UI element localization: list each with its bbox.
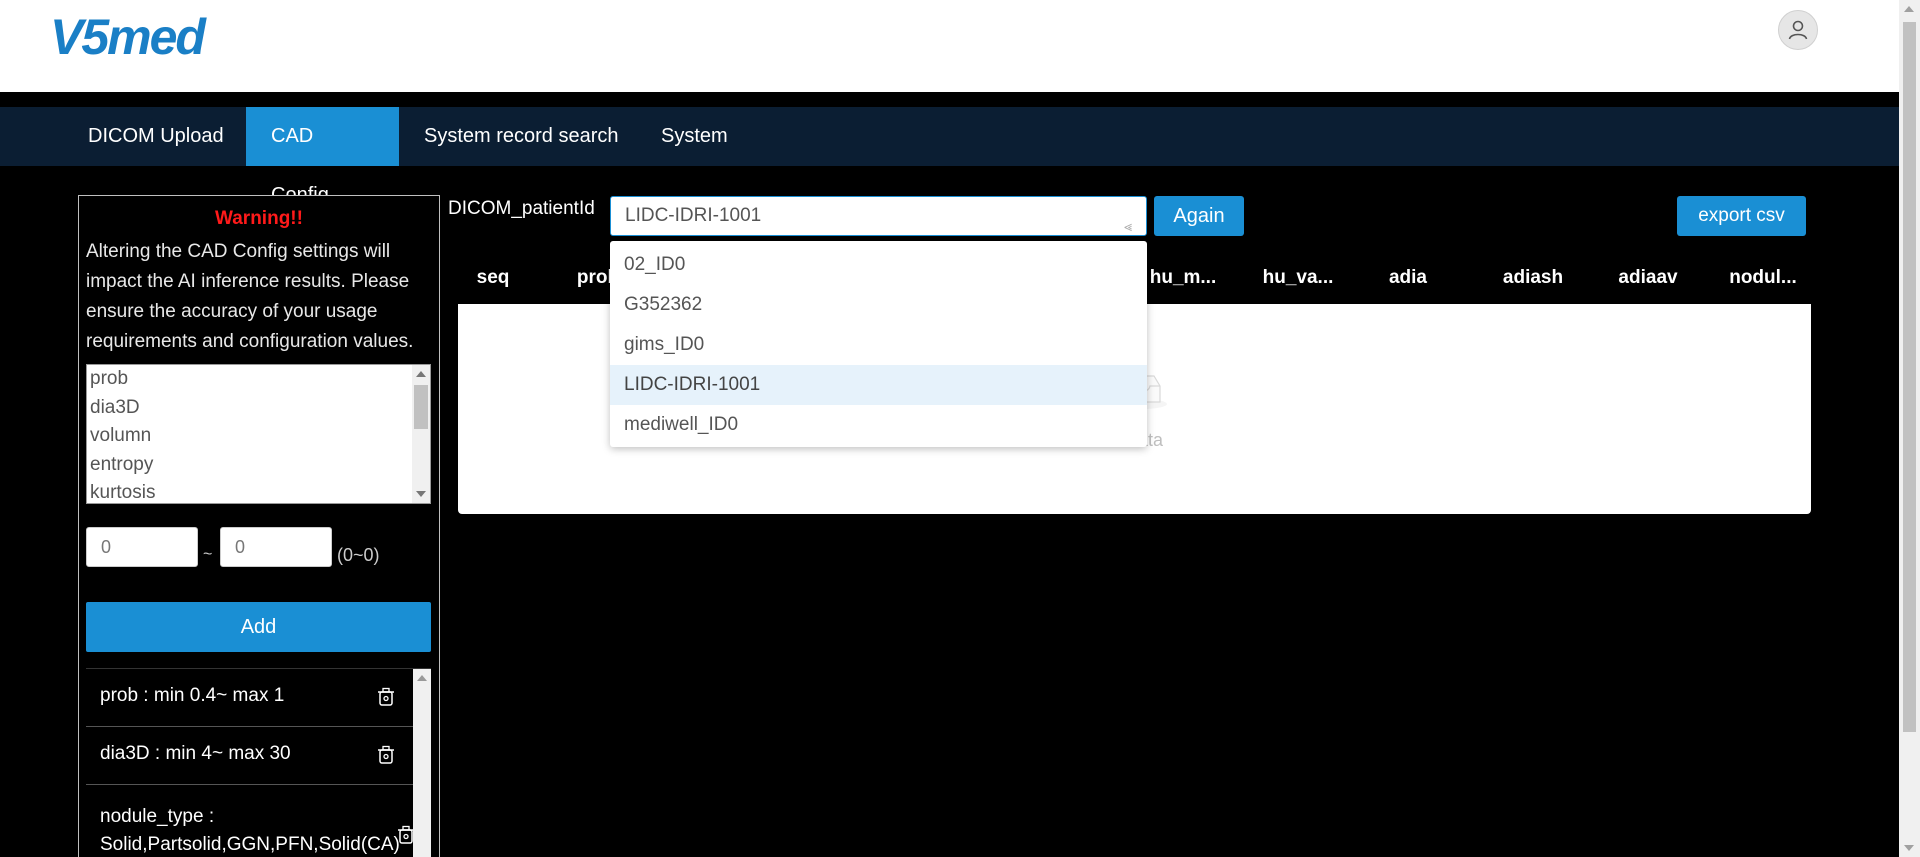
column-header[interactable]: hu_va...: [1248, 252, 1348, 304]
dropdown-option[interactable]: gims_ID0: [610, 325, 1147, 365]
rules-scrollbar[interactable]: [413, 669, 431, 857]
list-item[interactable]: volumn: [87, 422, 430, 451]
column-header[interactable]: adia: [1368, 252, 1448, 304]
warning-title: Warning!!: [215, 208, 303, 229]
svg-text:V5med: V5med: [50, 9, 207, 65]
rule-text: Solid,Partsolid,GGN,PFN,Solid(CA): [100, 834, 400, 855]
rule-text: prob : min 0.4~ max 1: [100, 685, 285, 706]
again-button[interactable]: Again: [1154, 196, 1244, 236]
app-header: V5med: [0, 0, 1899, 92]
range-hint: (0~0): [337, 545, 380, 565]
main-nav: DICOM Upload CAD Config System record se…: [0, 107, 1899, 206]
dropdown-option[interactable]: 02_ID0: [610, 245, 1147, 285]
page-scrollbar[interactable]: [1899, 0, 1920, 857]
add-button[interactable]: Add: [86, 602, 431, 652]
tab-system[interactable]: System: [636, 107, 753, 166]
list-item[interactable]: dia3D: [87, 394, 430, 423]
v5med-logo[interactable]: V5med: [50, 6, 240, 66]
scroll-up-icon[interactable]: [1904, 6, 1914, 12]
range-max-input[interactable]: 0: [220, 527, 332, 567]
rule-text: nodule_type :: [100, 806, 215, 827]
scroll-up-icon[interactable]: [416, 371, 426, 377]
column-header[interactable]: hu_m...: [1138, 252, 1228, 304]
list-item: prob : min 0.4~ max 1: [86, 669, 413, 727]
range-separator: ~: [203, 546, 213, 563]
cad-config-panel: Warning!! Altering the CAD Config settin…: [78, 195, 440, 857]
column-header[interactable]: seq: [458, 252, 528, 304]
tab-dicom-upload[interactable]: DICOM Upload: [63, 107, 249, 166]
warning-text: Altering the CAD Config settings will im…: [86, 241, 414, 352]
chevron-down-icon[interactable]: ⪡: [1124, 207, 1132, 245]
tab-cad-config[interactable]: CAD Config: [246, 107, 399, 206]
field-listbox[interactable]: prob dia3D volumn entropy kurtosis: [86, 364, 431, 504]
patient-id-label: DICOM_patientId: [448, 198, 595, 219]
dropdown-option[interactable]: mediwell_ID0: [610, 405, 1147, 445]
trash-icon[interactable]: [377, 687, 395, 707]
trash-icon[interactable]: [377, 745, 395, 765]
patient-id-value: LIDC-IDRI-1001: [625, 205, 762, 226]
user-avatar-icon[interactable]: [1778, 10, 1818, 50]
list-item: dia3D : min 4~ max 30: [86, 727, 413, 785]
tab-system-record-search[interactable]: System record search: [399, 107, 644, 166]
list-item: nodule_type : Solid,Partsolid,GGN,PFN,So…: [86, 785, 414, 857]
patient-id-dropdown: 02_ID0 G352362 gims_ID0 LIDC-IDRI-1001 m…: [610, 241, 1147, 447]
scroll-down-icon[interactable]: [416, 491, 426, 497]
dropdown-option-selected[interactable]: LIDC-IDRI-1001: [610, 365, 1147, 405]
list-item[interactable]: kurtosis: [87, 479, 430, 503]
scroll-up-icon[interactable]: [417, 675, 427, 681]
dropdown-option[interactable]: G352362: [610, 285, 1147, 325]
listbox-scrollbar[interactable]: [412, 365, 430, 503]
range-min-input[interactable]: 0: [86, 527, 198, 567]
patient-id-select[interactable]: LIDC-IDRI-1001 ⪡: [610, 196, 1147, 236]
export-csv-button[interactable]: export csv: [1677, 196, 1806, 236]
rules-list: prob : min 0.4~ max 1 dia3D : min 4~ max…: [86, 668, 431, 857]
rule-text: dia3D : min 4~ max 30: [100, 743, 291, 764]
list-item[interactable]: prob: [87, 365, 430, 394]
scroll-down-icon[interactable]: [1904, 845, 1914, 851]
column-header[interactable]: adiash: [1483, 252, 1583, 304]
column-header[interactable]: nodul...: [1713, 252, 1813, 304]
list-item[interactable]: entropy: [87, 451, 430, 480]
column-header[interactable]: adiaav: [1598, 252, 1698, 304]
scrollbar-thumb[interactable]: [1903, 22, 1916, 732]
scrollbar-thumb[interactable]: [414, 385, 428, 429]
